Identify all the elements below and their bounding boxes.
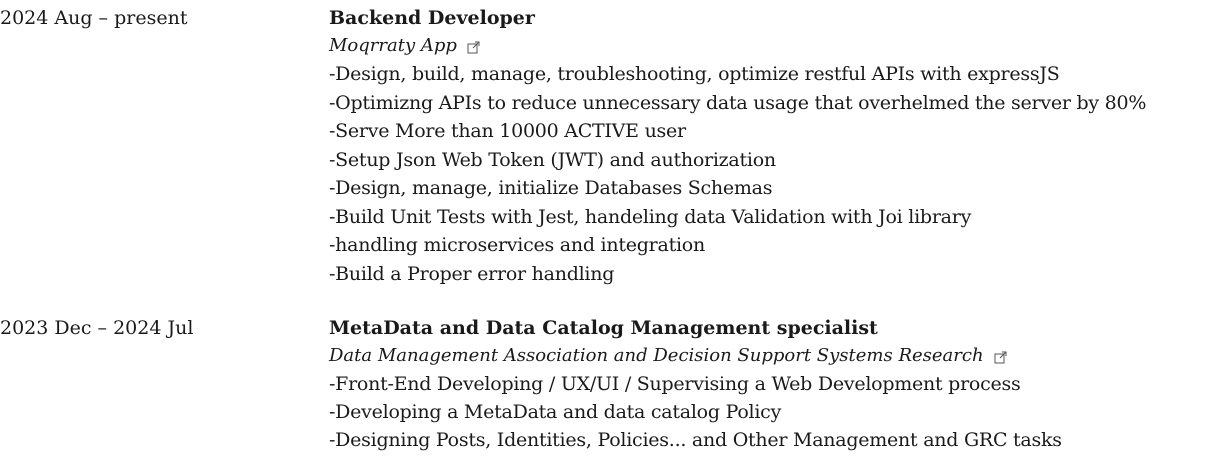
entry-date: 2024 Aug – present — [0, 7, 188, 29]
responsibility-item: -handling microservices and integration — [329, 234, 705, 256]
external-link-icon — [467, 41, 480, 53]
experience-section: 2024 Aug – present Backend Developer Moq… — [0, 0, 1206, 466]
organization-line: Data Management Association and Decision… — [329, 342, 1206, 370]
entry-date: 2023 Dec – 2024 Jul — [0, 317, 194, 339]
responsibility-item: -Build Unit Tests with Jest, handeling d… — [329, 205, 972, 228]
responsibility-item: -Optimizng APIs to reduce unnecessary da… — [329, 91, 1147, 114]
responsibility-item: -Serve More than 10000 ACTIVE user — [329, 120, 686, 142]
organization-name: Moqrraty App — [329, 35, 457, 56]
entry-content: Backend Developer Moqrraty App -Design, … — [329, 4, 1206, 288]
responsibility-item: -Developing a MetaData and data catalog … — [329, 401, 782, 423]
organization-link[interactable]: Moqrraty App — [329, 32, 480, 60]
responsibility-item: -Design, build, manage, troubleshooting,… — [329, 63, 1060, 85]
entry-content: MetaData and Data Catalog Management spe… — [329, 314, 1206, 454]
responsibility-item: -Design, manage, initialize Databases Sc… — [329, 177, 773, 199]
organization-line: Moqrraty App — [329, 32, 1206, 60]
responsibility-item: -Setup Json Web Token (JWT) and authoriz… — [329, 148, 776, 171]
organization-link[interactable]: Data Management Association and Decision… — [329, 342, 1007, 370]
job-title: MetaData and Data Catalog Management spe… — [329, 317, 878, 339]
organization-name: Data Management Association and Decision… — [329, 345, 984, 366]
job-title: Backend Developer — [329, 7, 535, 29]
responsibility-item: -Designing Posts, Identities, Policies..… — [329, 429, 1062, 451]
external-link-icon — [994, 351, 1007, 363]
responsibility-item: -Build a Proper error handling — [329, 262, 615, 285]
responsibility-item: -Front-End Developing / UX/UI / Supervis… — [329, 373, 1021, 395]
